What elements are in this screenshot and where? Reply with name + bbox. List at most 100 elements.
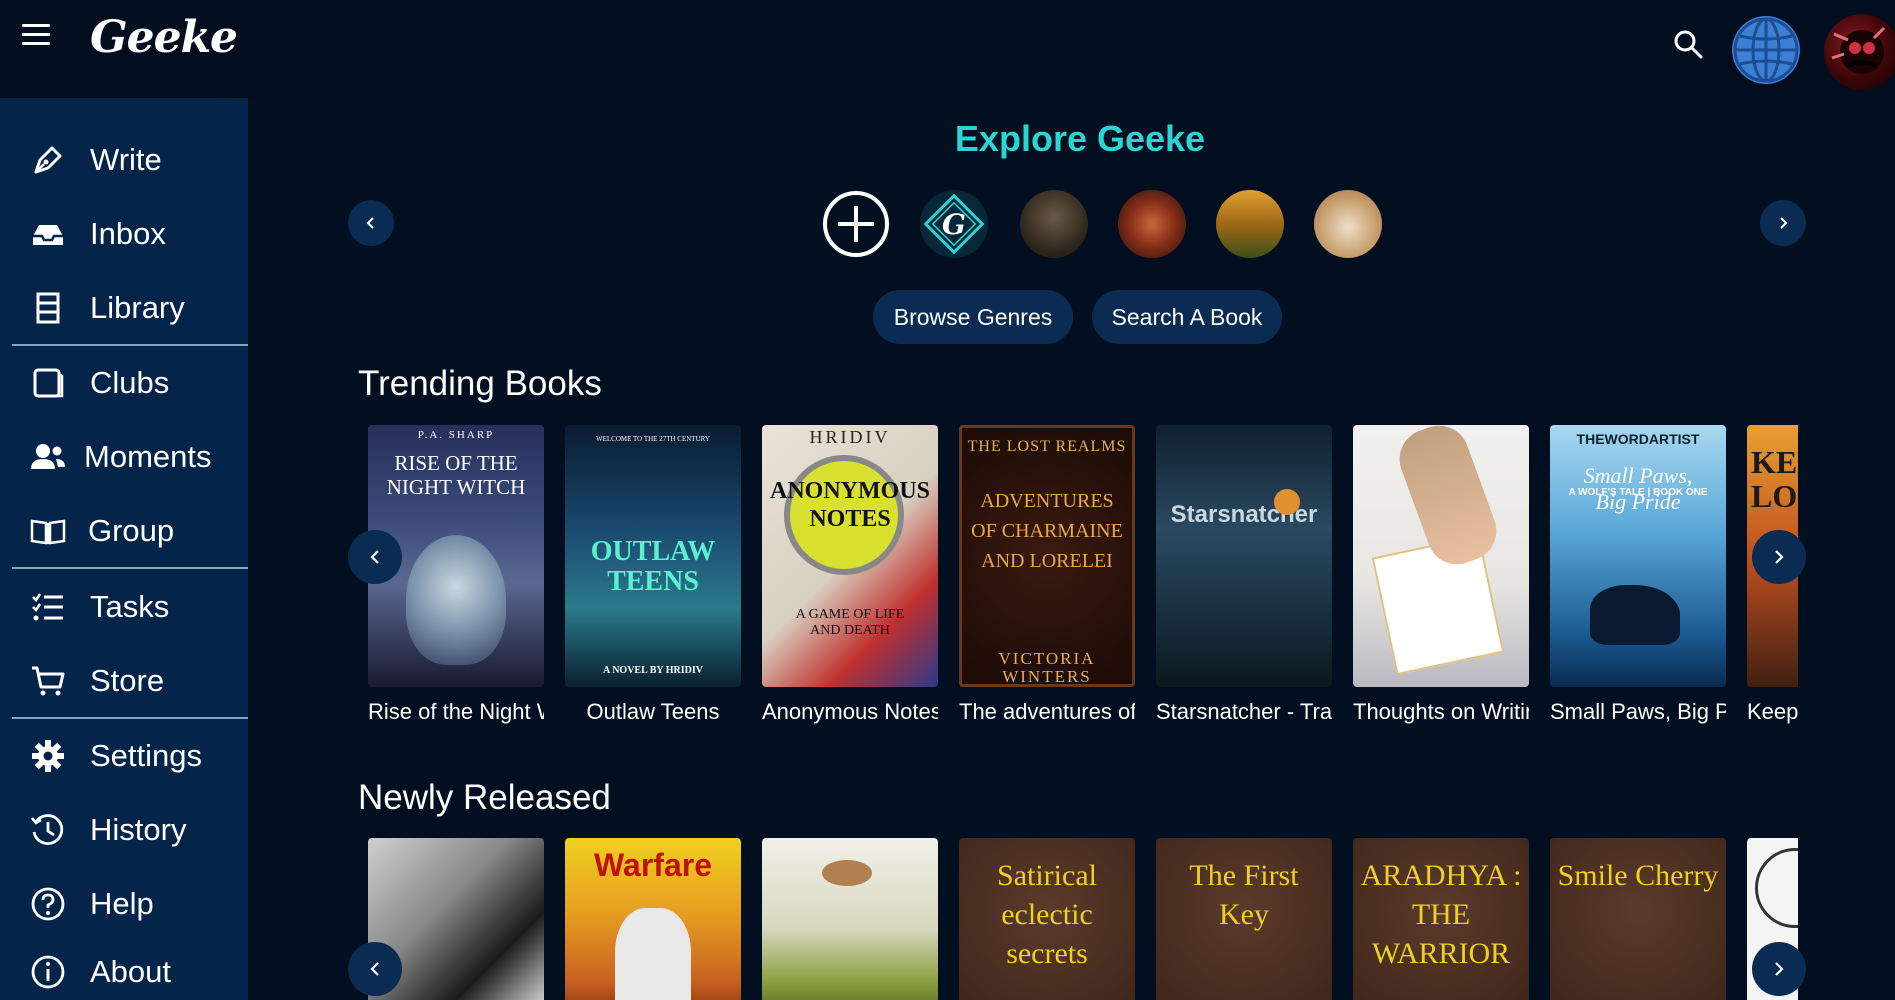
story-geeke[interactable]: G [920,190,988,258]
trending-prev-button[interactable] [348,530,402,584]
sidebar-item-tasks[interactable]: Tasks [0,575,248,639]
sidebar-item-inbox[interactable]: Inbox [0,202,248,266]
book-card[interactable]: THEWORDARTIST A WOLF'S TALE | BOOK ONE S… [1550,425,1726,725]
newly-row: Warfare Satirical eclectic secrets The F… [358,838,1798,1000]
book-cover [762,838,938,1000]
search-icon[interactable] [1670,26,1706,62]
search-book-button[interactable]: Search A Book [1092,290,1282,344]
book-title: Thoughts on Writing [1353,699,1529,724]
story-city[interactable] [1216,190,1284,258]
tasks-icon [32,593,63,621]
sidebar-item-history[interactable]: History [0,798,248,862]
book-cover: Starsnatcher [1156,425,1332,687]
help-icon [31,887,65,921]
sidebar-item-clubs[interactable]: Clubs [0,351,248,415]
history-icon [31,814,64,845]
story-wolf[interactable] [1020,190,1088,258]
book-title: Keep [1747,699,1798,724]
sidebar-item-label: Write [90,142,162,177]
book-cover: ARADHYA : THE WARRIOR [1353,838,1529,1000]
book-title: The adventures of Charmaine and Lorelei [959,699,1135,724]
sidebar-divider [12,344,248,346]
sidebar-item-label: Group [88,513,175,548]
sidebar-item-moments[interactable]: Moments [0,425,248,489]
chevron-right-icon [1775,962,1784,976]
pen-icon [34,146,62,174]
sidebar-item-label: Tasks [90,589,170,624]
svg-text:G: G [942,208,966,241]
section-title-newly: Newly Released [358,778,611,817]
plus-circle-icon [823,191,889,257]
sidebar-item-label: Help [90,886,154,921]
book-card[interactable]: WELCOME TO THE 27TH CENTURY OUTLAW TEENS… [565,425,741,725]
book-open-icon [30,519,66,545]
sidebar-item-label: Inbox [90,216,166,251]
chevron-left-icon [370,962,379,976]
book-card[interactable] [762,838,938,1000]
book-card[interactable]: Starsnatcher Starsnatcher - Trapped [1156,425,1332,725]
sidebar-item-label: About [90,954,172,989]
book-title: Starsnatcher - Trapped [1156,699,1332,724]
sidebar-item-write[interactable]: Write [0,128,248,192]
user-avatar[interactable] [1824,14,1895,90]
sidebar-item-label: Library [90,290,185,325]
sidebar-item-help[interactable]: Help [0,872,248,936]
story-redhead[interactable] [1118,190,1186,258]
book-cover: Smile Cherry [1550,838,1726,1000]
sidebar-item-label: Clubs [90,365,170,400]
book-cover: HRIDIV ANONYMOUS NOTES A GAME OF LIFE AN… [762,425,938,687]
cart-icon [32,666,65,696]
explore-title: Explore Geeke [954,118,1206,159]
sidebar-item-about[interactable]: About [0,940,248,1000]
explore-next-button[interactable] [1760,200,1806,246]
book-card[interactable]: ARADHYA : THE WARRIOR [1353,838,1529,1000]
sidebar-item-label: Moments [84,439,212,474]
gear-icon [32,740,64,772]
add-story-button[interactable] [822,190,890,258]
sidebar-divider [12,717,248,719]
book-cover: Warfare [565,838,741,1000]
inbox-icon [33,225,63,245]
sidebar-item-label: History [90,812,187,847]
sidebar-item-group[interactable]: Group [0,499,248,563]
book-card[interactable]: Smile Cherry [1550,838,1726,1000]
hamburger-icon[interactable] [22,24,50,48]
sidebar-item-settings[interactable]: Settings [0,724,248,788]
info-icon [31,955,65,989]
explore-prev-button[interactable] [348,200,394,246]
sidebar-divider [12,567,248,569]
globe-icon[interactable] [1732,16,1800,84]
clubs-icon [33,368,64,398]
book-cover: WELCOME TO THE 27TH CENTURY OUTLAW TEENS… [565,425,741,687]
book-card[interactable]: THE LOST REALMS ADVENTURES OF CHARMAINE … [959,425,1135,725]
book-card[interactable]: HRIDIV ANONYMOUS NOTES A GAME OF LIFE AN… [762,425,938,725]
sidebar-item-label: Store [90,663,165,698]
book-cover [1353,425,1529,687]
sidebar: Write Inbox Library Clubs Moments Group … [0,98,248,1000]
section-title-trending: Trending Books [358,364,602,403]
sidebar-item-label: Settings [90,738,203,773]
app-logo[interactable]: Geeke [90,12,238,63]
book-card[interactable]: Warfare [565,838,741,1000]
sidebar-item-library[interactable]: Library [0,276,248,340]
chevron-right-icon [1775,550,1784,564]
book-card[interactable]: Thoughts on Writing [1353,425,1529,725]
library-icon [36,292,60,324]
top-bar: Geeke [0,0,1895,98]
chevron-right-icon [1780,217,1788,229]
chevron-left-icon [366,217,374,229]
browse-genres-button[interactable]: Browse Genres [873,290,1073,344]
trending-next-button[interactable] [1752,530,1806,584]
sidebar-item-store[interactable]: Store [0,649,248,713]
book-title: Rise of the Night Witch [368,699,544,724]
newly-next-button[interactable] [1752,942,1806,996]
book-cover: The First Key [1156,838,1332,1000]
book-title: Anonymous Notes [762,699,938,724]
book-cover: THEWORDARTIST A WOLF'S TALE | BOOK ONE S… [1550,425,1726,687]
book-card[interactable]: The First Key [1156,838,1332,1000]
users-icon [31,444,65,469]
newly-prev-button[interactable] [348,942,402,996]
story-kitten[interactable] [1314,190,1382,258]
book-card[interactable]: Satirical eclectic secrets [959,838,1135,1000]
chevron-left-icon [370,550,379,564]
